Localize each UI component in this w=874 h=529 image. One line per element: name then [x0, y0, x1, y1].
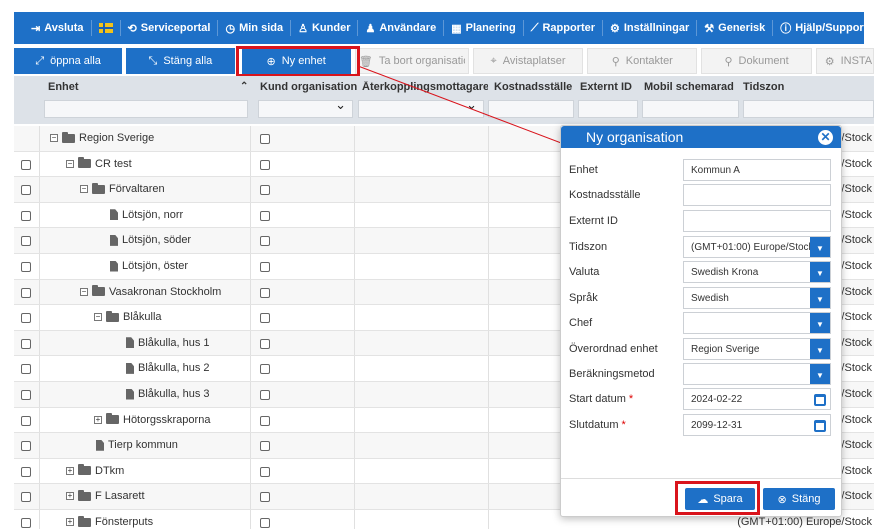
select-field[interactable]: ▼: [683, 312, 831, 334]
field-label-text: Överordnad enhet: [569, 343, 658, 355]
field-label: Enhet: [569, 164, 598, 176]
dropdown-caret-icon[interactable]: ▼: [810, 364, 830, 384]
field-label-text: Slutdatum: [569, 419, 619, 431]
form-row: Externt ID: [569, 210, 831, 232]
form-row: Språk Swedish ▼: [569, 287, 831, 309]
dropdown-caret-icon[interactable]: ▼: [810, 339, 830, 359]
field-label-text: Kostnadsställe: [569, 189, 641, 201]
close-icon[interactable]: ✕: [818, 129, 833, 145]
form-row: Beräkningsmetod ▼: [569, 363, 831, 385]
field-value: 2024-02-22: [691, 394, 743, 405]
select-field[interactable]: ▼: [683, 363, 831, 385]
field-label-text: Beräkningsmetod: [569, 368, 655, 380]
date-input[interactable]: 2099-12-31: [683, 414, 831, 436]
field-value: 2099-12-31: [691, 420, 743, 431]
field-label-text: Språk: [569, 292, 598, 304]
form-row: Chef ▼: [569, 312, 831, 334]
dialog-title: Ny organisation: [586, 129, 684, 145]
field-label-text: Start datum: [569, 393, 626, 405]
text-input[interactable]: Kommun A: [683, 159, 831, 181]
field-label: Tidszon: [569, 241, 607, 253]
required-marker: *: [628, 393, 634, 405]
form-row: Tidszon (GMT+01:00) Europe/Stockholm ▼: [569, 236, 831, 258]
calendar-glyph: [814, 394, 826, 406]
dialog-header: Ny organisation ✕: [561, 126, 841, 148]
calendar-glyph: [814, 420, 826, 432]
field-label-text: Externt ID: [569, 215, 618, 227]
field-label-text: Tidszon: [569, 241, 608, 253]
field-label: Externt ID: [569, 215, 618, 227]
field-label: Valuta: [569, 266, 599, 278]
field-label: Slutdatum *: [569, 419, 626, 431]
dropdown-caret-icon[interactable]: ▼: [810, 237, 830, 257]
dropdown-caret-icon[interactable]: ▼: [810, 262, 830, 282]
field-label: Start datum *: [569, 393, 633, 405]
field-label: Beräkningsmetod: [569, 368, 655, 380]
field-label: Överordnad enhet: [569, 343, 658, 355]
text-input[interactable]: [683, 184, 831, 206]
select-field[interactable]: Region Sverige ▼: [683, 338, 831, 360]
field-label-text: Valuta: [569, 266, 600, 278]
field-value: Kommun A: [691, 165, 740, 176]
calendar-icon[interactable]: [810, 415, 830, 435]
select-field[interactable]: Swedish ▼: [683, 287, 831, 309]
field-label: Språk: [569, 292, 598, 304]
close-button[interactable]: ⊗ Stäng: [763, 488, 835, 510]
field-value: Region Sverige: [691, 344, 760, 355]
field-value: Swedish: [691, 293, 729, 304]
calendar-icon[interactable]: [810, 389, 830, 409]
text-input[interactable]: [683, 210, 831, 232]
form-row: Valuta Swedish Krona ▼: [569, 261, 831, 283]
field-label-text: Chef: [569, 317, 593, 329]
date-input[interactable]: 2024-02-22: [683, 388, 831, 410]
field-label: Kostnadsställe: [569, 189, 641, 201]
form-row: Överordnad enhet Region Sverige ▼: [569, 338, 831, 360]
field-value: Swedish Krona: [691, 267, 759, 278]
dropdown-caret-icon[interactable]: ▼: [810, 313, 830, 333]
select-field[interactable]: Swedish Krona ▼: [683, 261, 831, 283]
dropdown-caret-icon[interactable]: ▼: [810, 288, 830, 308]
form-row: Start datum * 2024-02-22: [569, 388, 831, 410]
select-field[interactable]: (GMT+01:00) Europe/Stockholm ▼: [683, 236, 831, 258]
field-label-text: Enhet: [569, 164, 598, 176]
form-row: Kostnadsställe: [569, 184, 831, 206]
new-organisation-dialog: Ny organisation ✕ Enhet Kommun A Kostnadss…: [560, 125, 842, 517]
field-label: Chef: [569, 317, 592, 329]
save-highlight: [675, 481, 760, 515]
form-row: Slutdatum * 2099-12-31: [569, 414, 831, 436]
required-marker: *: [621, 419, 626, 431]
times-circle-icon: ⊗: [777, 493, 787, 506]
form-row: Enhet Kommun A: [569, 159, 831, 181]
close-label: Stäng: [791, 493, 821, 505]
